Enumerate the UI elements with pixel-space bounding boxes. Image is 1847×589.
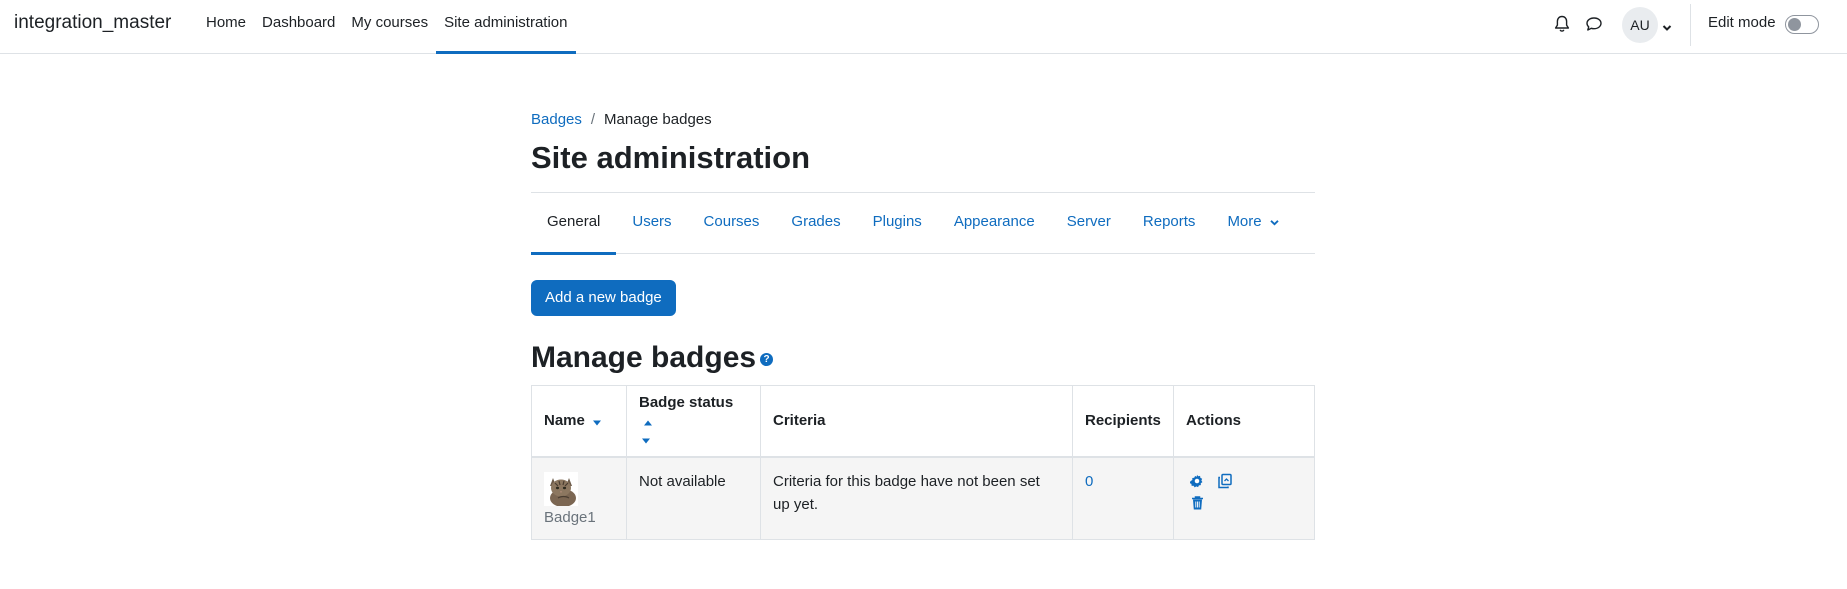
column-header-recipients: Recipients (1072, 385, 1174, 458)
help-icon[interactable]: ? (760, 352, 774, 366)
nav-site-administration[interactable]: Site administration (436, 0, 576, 54)
notifications-bell-icon[interactable] (1550, 12, 1574, 36)
add-new-badge-button[interactable]: Add a new badge (531, 280, 676, 316)
column-header-badge-status[interactable]: Badge status (626, 385, 761, 458)
sort-desc-icon (592, 413, 602, 430)
section-title-text: Manage badges (531, 341, 757, 374)
table-row: Badge1 Not available Criteria for this b… (531, 456, 1315, 540)
top-navbar: integration_master Home Dashboard My cou… (0, 0, 1847, 54)
badge-criteria-cell: Criteria for this badge have not been se… (760, 456, 1073, 540)
tab-grades[interactable]: Grades (775, 193, 856, 254)
tab-server[interactable]: Server (1051, 193, 1127, 254)
column-header-name[interactable]: Name (531, 385, 627, 458)
edit-mode-toggle[interactable] (1785, 15, 1819, 34)
chevron-down-icon[interactable] (1662, 19, 1672, 36)
page-title: Site administration (531, 140, 811, 175)
table-header-row: Name Badge status Criteria Recipients Ac… (531, 385, 1315, 458)
tab-more-label: More (1227, 213, 1262, 230)
primary-navigation: Home Dashboard My courses Site administr… (198, 0, 576, 54)
tab-courses[interactable]: Courses (688, 193, 776, 254)
toggle-knob (1788, 18, 1801, 31)
copy-icon[interactable] (1214, 470, 1236, 492)
tab-reports[interactable]: Reports (1127, 193, 1212, 254)
badge-cat-image (544, 471, 578, 506)
column-header-status-label: Badge status (639, 393, 734, 411)
edit-mode-label: Edit mode (1708, 14, 1776, 31)
breadcrumb: Badges / Manage badges (531, 111, 712, 128)
column-header-criteria: Criteria (760, 385, 1073, 458)
tab-more[interactable]: More (1211, 193, 1294, 254)
actions-group (1186, 470, 1256, 514)
badge-name-cell: Badge1 (531, 456, 627, 540)
breadcrumb-current: Manage badges (604, 111, 712, 128)
breadcrumb-separator: / (590, 111, 596, 128)
badge-recipients-cell: 0 (1072, 456, 1174, 540)
messages-chat-icon[interactable] (1582, 12, 1606, 36)
tab-appearance[interactable]: Appearance (938, 193, 1051, 254)
tab-plugins[interactable]: Plugins (857, 193, 938, 254)
chevron-down-icon (1270, 193, 1279, 251)
site-brand[interactable]: integration_master (14, 12, 171, 34)
badge-name-link[interactable]: Badge1 (544, 506, 614, 529)
secondary-navigation: General Users Courses Grades Plugins App… (531, 192, 1315, 255)
section-title: Manage badges? (531, 341, 774, 375)
delete-icon[interactable] (1186, 492, 1208, 514)
user-avatar[interactable]: AU (1622, 7, 1658, 43)
settings-icon[interactable] (1186, 470, 1208, 492)
navbar-divider (1690, 4, 1691, 46)
nav-my-courses[interactable]: My courses (343, 0, 436, 54)
tab-users[interactable]: Users (616, 193, 687, 254)
recipients-count-link[interactable]: 0 (1085, 473, 1093, 490)
column-header-actions: Actions (1173, 385, 1315, 458)
badge-status-cell: Not available (626, 456, 761, 540)
column-header-name-label: Name (544, 411, 585, 429)
badge-actions-cell (1173, 456, 1315, 540)
sort-desc-icon (641, 431, 651, 448)
nav-home[interactable]: Home (198, 0, 254, 54)
breadcrumb-badges-link[interactable]: Badges (531, 111, 582, 128)
nav-dashboard[interactable]: Dashboard (254, 0, 343, 54)
badges-table: Name Badge status Criteria Recipients Ac… (531, 385, 1315, 540)
tab-general[interactable]: General (531, 193, 617, 255)
sort-asc-icon (643, 413, 653, 430)
